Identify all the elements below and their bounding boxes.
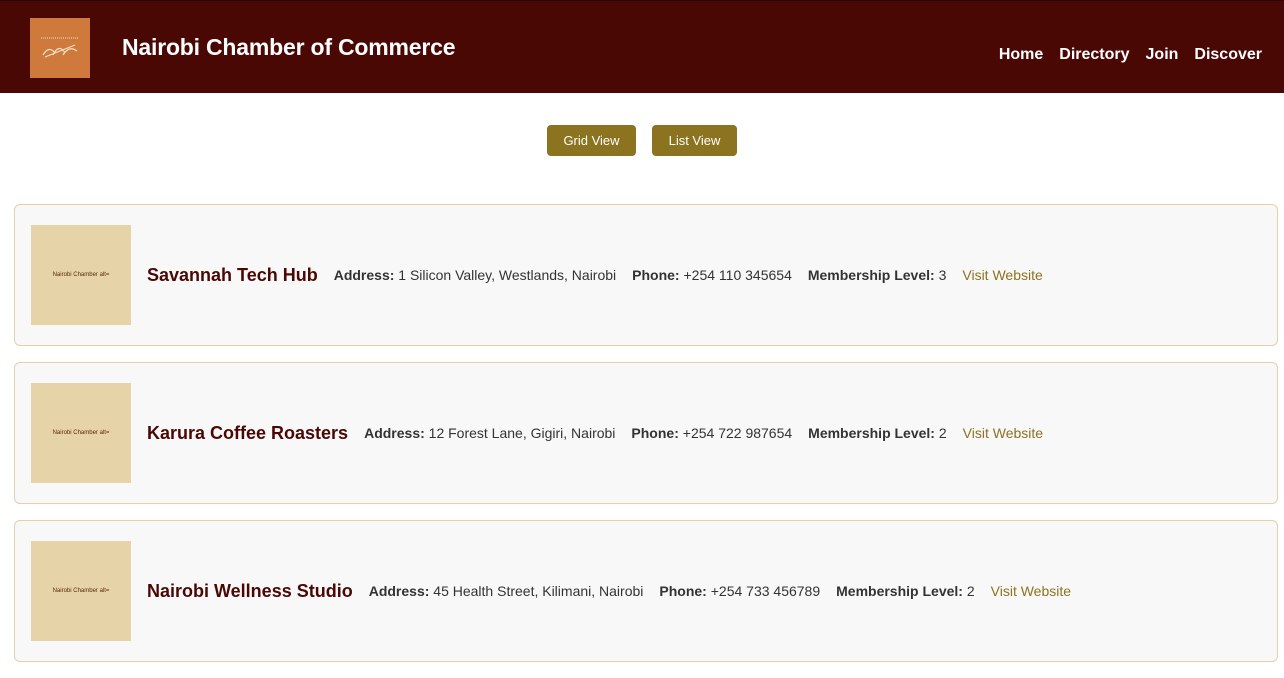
member-card: Nairobi Chamber alt= Karura Coffee Roast…	[14, 362, 1278, 504]
member-level: Membership Level: 2	[808, 425, 947, 441]
address-value: 1 Silicon Valley, Westlands, Nairobi	[398, 267, 617, 283]
image-alt-text: Nairobi Chamber alt=	[52, 272, 110, 278]
member-address: Address: 1 Silicon Valley, Westlands, Na…	[334, 267, 616, 283]
address-value: 12 Forest Lane, Gigiri, Nairobi	[428, 425, 616, 441]
member-card: Nairobi Chamber alt= Nairobi Wellness St…	[14, 520, 1278, 662]
member-level: Membership Level: 2	[836, 583, 975, 599]
member-address: Address: 45 Health Street, Kilimani, Nai…	[369, 583, 644, 599]
member-phone: Phone: +254 110 345654	[632, 267, 792, 283]
visit-website-link[interactable]: Visit Website	[991, 583, 1071, 599]
chamber-logo-icon[interactable]	[30, 18, 90, 78]
image-alt-text: Nairobi Chamber alt=	[52, 430, 110, 436]
member-name: Karura Coffee Roasters	[147, 422, 349, 443]
visit-website-link[interactable]: Visit Website	[963, 425, 1043, 441]
address-value: 45 Health Street, Kilimani, Nairobi	[433, 583, 644, 599]
address-label: Address:	[333, 267, 395, 283]
member-level: Membership Level: 3	[808, 267, 947, 283]
view-toggle: Grid View List View	[0, 125, 1284, 156]
member-name: Savannah Tech Hub	[147, 264, 318, 285]
image-alt-text: Nairobi Chamber alt=	[52, 588, 110, 594]
member-directory: Nairobi Chamber alt= Savannah Tech Hub A…	[14, 204, 1278, 678]
member-phone: Phone: +254 733 456789	[659, 583, 820, 599]
membership-value: 2	[966, 583, 975, 599]
main-nav: Home Directory Join Discover	[999, 46, 1262, 64]
member-address: Address: 12 Forest Lane, Gigiri, Nairobi	[364, 425, 615, 441]
member-image: Nairobi Chamber alt=	[31, 383, 131, 483]
visit-website-link[interactable]: Visit Website	[962, 267, 1042, 283]
phone-value: +254 733 456789	[710, 583, 821, 599]
grid-view-button[interactable]: Grid View	[547, 125, 636, 156]
member-image: Nairobi Chamber alt=	[31, 225, 131, 325]
member-image: Nairobi Chamber alt=	[31, 541, 131, 641]
nav-discover[interactable]: Discover	[1194, 46, 1262, 64]
member-phone: Phone: +254 722 987654	[631, 425, 792, 441]
site-header: Nairobi Chamber of Commerce Home Directo…	[0, 0, 1284, 93]
member-name: Nairobi Wellness Studio	[147, 580, 353, 601]
phone-value: +254 110 345654	[683, 267, 792, 283]
phone-label: Phone:	[632, 267, 680, 283]
phone-label: Phone:	[631, 425, 679, 441]
phone-label: Phone:	[659, 583, 707, 599]
membership-value: 3	[938, 267, 947, 283]
membership-label: Membership Level:	[836, 583, 963, 599]
list-view-button[interactable]: List View	[652, 125, 737, 156]
logo-graphic	[41, 37, 79, 58]
membership-label: Membership Level:	[807, 267, 935, 283]
phone-value: +254 722 987654	[682, 425, 793, 441]
site-title: Nairobi Chamber of Commerce	[122, 34, 456, 60]
address-label: Address:	[368, 583, 430, 599]
membership-label: Membership Level:	[808, 425, 935, 441]
nav-directory[interactable]: Directory	[1059, 46, 1129, 64]
address-label: Address:	[364, 425, 425, 441]
nav-join[interactable]: Join	[1146, 46, 1179, 64]
nav-home[interactable]: Home	[999, 46, 1043, 64]
member-card: Nairobi Chamber alt= Savannah Tech Hub A…	[14, 204, 1278, 346]
membership-value: 2	[938, 425, 947, 441]
